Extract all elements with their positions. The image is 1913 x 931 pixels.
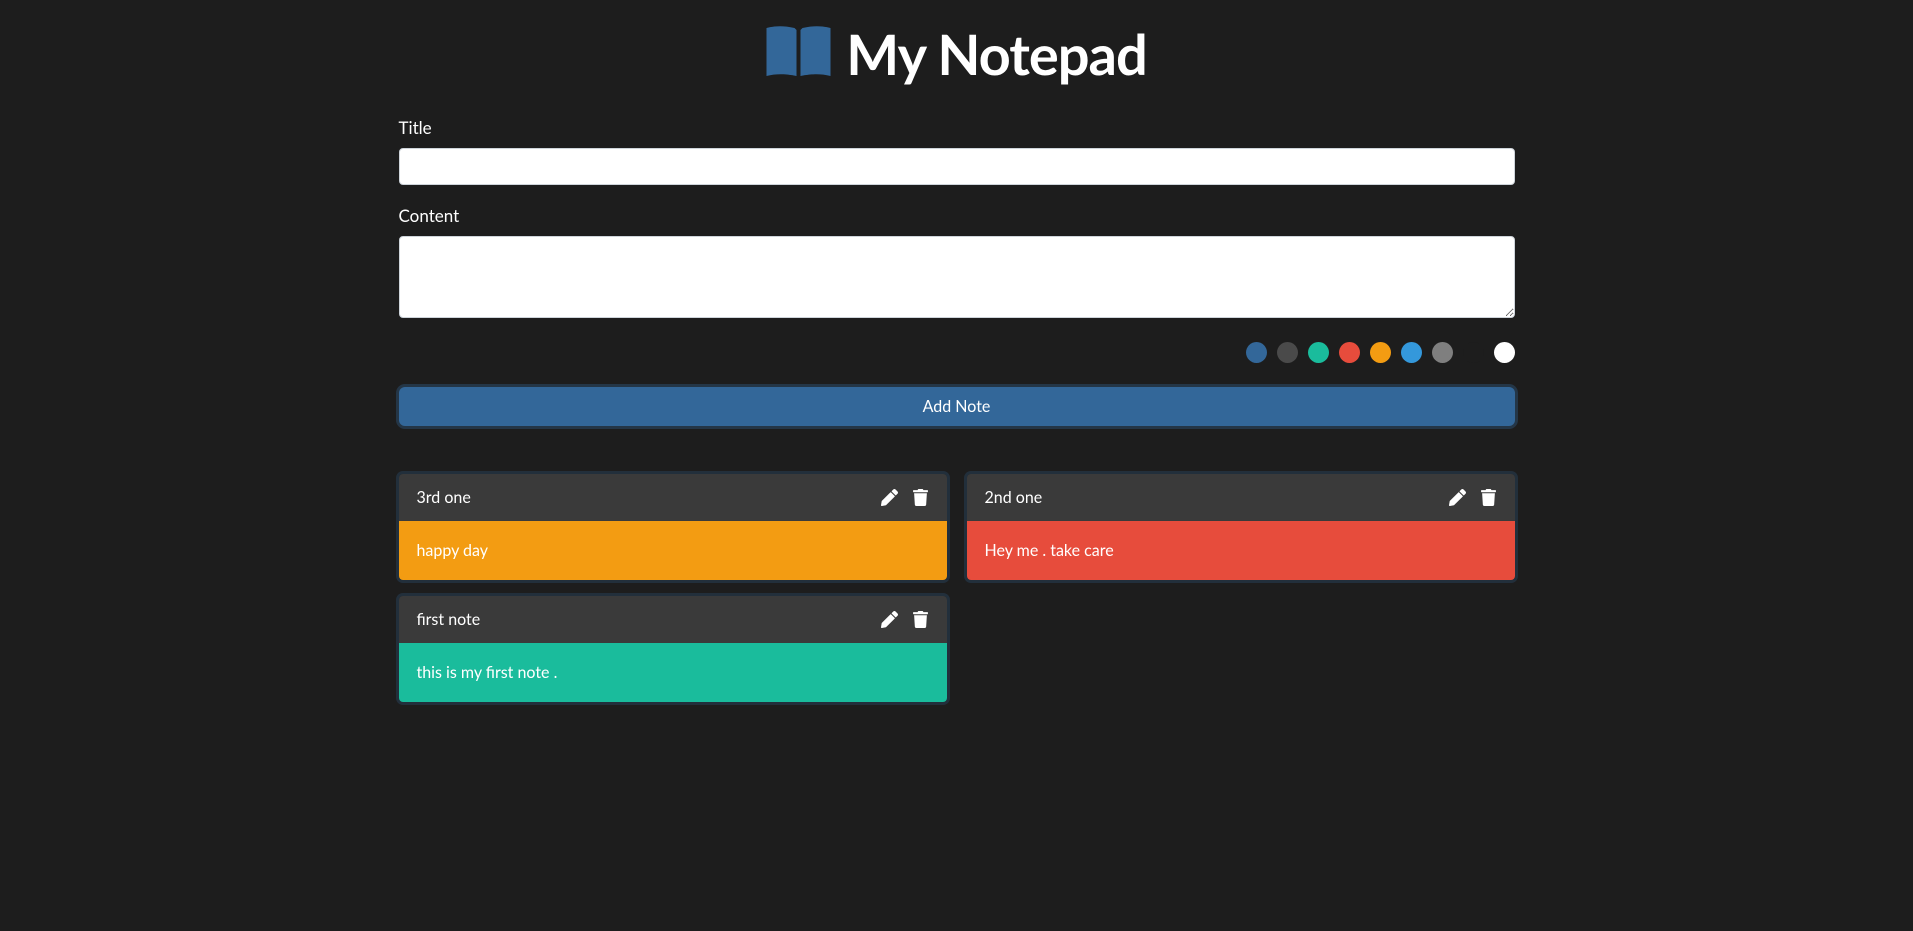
note-body: this is my first note . <box>399 643 947 702</box>
color-picker <box>399 342 1515 363</box>
note-actions <box>881 611 929 628</box>
content-label: Content <box>399 205 1515 226</box>
note-title: 2nd one <box>985 488 1043 507</box>
book-icon <box>766 26 831 82</box>
trash-icon[interactable] <box>1480 489 1497 506</box>
color-option-white[interactable] <box>1494 342 1515 363</box>
edit-icon[interactable] <box>881 489 898 506</box>
app-header: My Notepad <box>399 0 1515 117</box>
color-option-red[interactable] <box>1339 342 1360 363</box>
note-body: Hey me . take care <box>967 521 1515 580</box>
note-actions <box>1449 489 1497 506</box>
note-header: first note <box>399 596 947 643</box>
note-card: 3rd one happy day <box>399 474 947 580</box>
color-option-black[interactable] <box>1463 342 1484 363</box>
trash-icon[interactable] <box>912 611 929 628</box>
color-option-orange[interactable] <box>1370 342 1391 363</box>
notes-list: 3rd one happy day 2nd one <box>399 474 1515 702</box>
title-label: Title <box>399 117 1515 138</box>
note-header: 2nd one <box>967 474 1515 521</box>
color-option-gray[interactable] <box>1432 342 1453 363</box>
edit-icon[interactable] <box>881 611 898 628</box>
note-header: 3rd one <box>399 474 947 521</box>
color-option-blue[interactable] <box>1246 342 1267 363</box>
note-card: first note this is my first note . <box>399 596 947 702</box>
title-field-group: Title <box>399 117 1515 185</box>
color-option-green[interactable] <box>1308 342 1329 363</box>
edit-icon[interactable] <box>1449 489 1466 506</box>
note-body: happy day <box>399 521 947 580</box>
color-option-light-blue[interactable] <box>1401 342 1422 363</box>
content-field-group: Content <box>399 205 1515 322</box>
app-title: My Notepad <box>846 20 1147 87</box>
title-input[interactable] <box>399 148 1515 185</box>
note-title: first note <box>417 610 481 629</box>
note-card: 2nd one Hey me . take care <box>967 474 1515 580</box>
trash-icon[interactable] <box>912 489 929 506</box>
note-title: 3rd one <box>417 488 471 507</box>
add-note-button[interactable]: Add Note <box>399 387 1515 426</box>
note-actions <box>881 489 929 506</box>
color-option-dark-gray[interactable] <box>1277 342 1298 363</box>
content-textarea[interactable] <box>399 236 1515 318</box>
